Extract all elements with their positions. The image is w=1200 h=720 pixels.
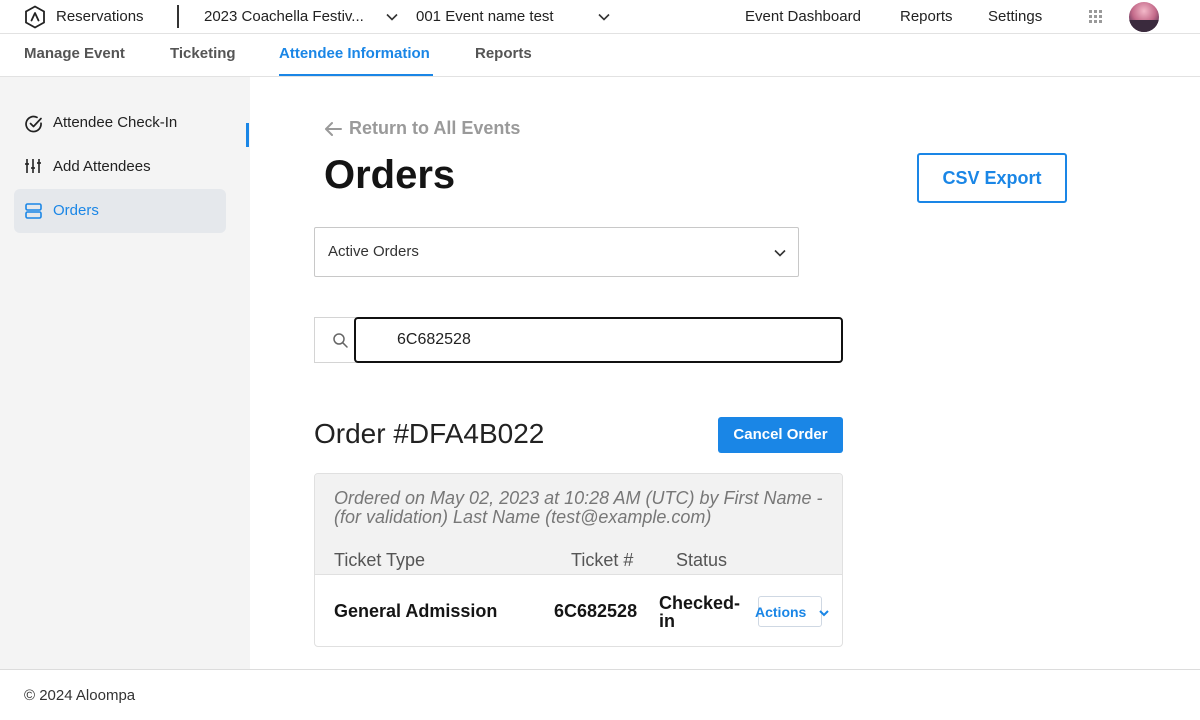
footer: © 2024 Aloompa <box>0 669 1200 720</box>
order-meta: Ordered on May 02, 2023 at 10:28 AM (UTC… <box>334 488 823 527</box>
status-cell: Checked-in <box>659 593 741 631</box>
nav-settings[interactable]: Settings <box>988 8 1042 25</box>
nav-event-dashboard[interactable]: Event Dashboard <box>745 8 861 25</box>
order-card: Ordered on May 02, 2023 at 10:28 AM (UTC… <box>314 473 843 647</box>
sliders-icon <box>25 159 41 173</box>
ticket-number-cell: 6C682528 <box>554 601 638 621</box>
tab-reports[interactable]: Reports <box>475 45 532 62</box>
cancel-order-button[interactable]: Cancel Order <box>718 417 843 453</box>
arrow-left-icon <box>325 122 342 136</box>
order-filter-value: Active Orders <box>328 243 419 260</box>
active-sidebar-indicator <box>246 123 249 147</box>
header-divider <box>177 5 179 28</box>
chevron-down-icon[interactable] <box>597 10 611 24</box>
sidebar-item-label: Add Attendees <box>53 158 151 175</box>
app-title[interactable]: Reservations <box>56 8 144 25</box>
sidebar-item-label: Attendee Check-In <box>53 114 178 131</box>
order-heading: Order #DFA4B022 <box>314 418 545 449</box>
sidebar-item-orders[interactable]: Orders <box>14 189 226 233</box>
subevent-select[interactable]: 001 Event name test <box>416 8 554 25</box>
return-link-label: Return to All Events <box>349 118 521 138</box>
sidebar-item-label: Orders <box>53 202 99 219</box>
server-icon <box>25 203 42 219</box>
chevron-down-icon[interactable] <box>385 10 399 24</box>
search-icon-box <box>314 317 356 363</box>
return-link[interactable]: Return to All Events <box>323 118 520 139</box>
footer-copyright: © 2024 Aloompa <box>24 687 136 704</box>
search-input[interactable] <box>354 317 843 363</box>
tab-manage-event[interactable]: Manage Event <box>24 45 125 62</box>
actions-button[interactable]: Actions <box>755 596 829 627</box>
apps-grid-icon[interactable] <box>1089 10 1103 24</box>
sidebar: Attendee Check-In Add Attendees Orders <box>0 77 250 669</box>
nav-reports[interactable]: Reports <box>900 8 953 25</box>
logo-icon[interactable] <box>23 5 47 29</box>
sidebar-item-attendee-check-in[interactable]: Attendee Check-In <box>14 101 226 145</box>
chevron-down-icon <box>819 610 829 617</box>
csv-export-button[interactable]: CSV Export <box>917 153 1067 203</box>
order-filter-select[interactable]: Active Orders <box>314 227 799 277</box>
column-header-status: Status <box>676 550 728 570</box>
column-header-ticket-number: Ticket # <box>571 550 634 570</box>
tab-attendee-information[interactable]: Attendee Information <box>279 45 430 62</box>
check-circle-icon <box>25 115 42 133</box>
top-bar: Reservations 2023 Coachella Festiv... 00… <box>0 0 1200 34</box>
order-search <box>314 317 843 363</box>
page-title: Orders <box>324 153 456 197</box>
event-select[interactable]: 2023 Coachella Festiv... <box>204 8 364 25</box>
search-icon <box>333 333 348 348</box>
sidebar-item-add-attendees[interactable]: Add Attendees <box>14 145 226 189</box>
column-header-ticket-type: Ticket Type <box>334 550 426 570</box>
event-tabs: Manage Event Ticketing Attendee Informat… <box>0 34 1200 77</box>
chevron-down-icon <box>774 249 786 257</box>
order-card-header: Ordered on May 02, 2023 at 10:28 AM (UTC… <box>315 474 842 575</box>
ticket-type-cell: General Admission <box>334 601 498 621</box>
avatar[interactable] <box>1129 2 1159 32</box>
active-tab-indicator <box>279 74 433 76</box>
tab-ticketing[interactable]: Ticketing <box>170 45 236 62</box>
actions-label: Actions <box>755 604 807 620</box>
